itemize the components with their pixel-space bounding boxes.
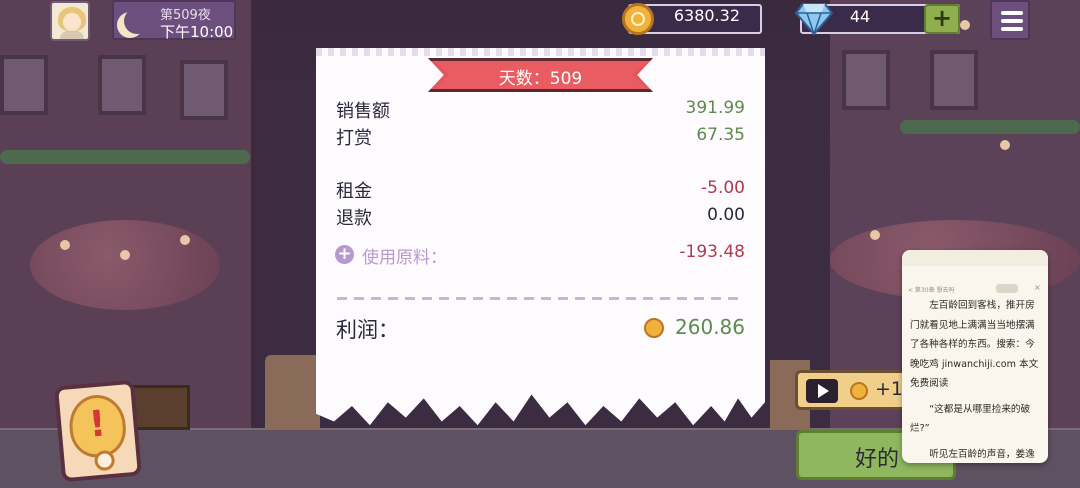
tips-value: 67.35	[696, 125, 745, 145]
floating-reader-panel[interactable]: < 第30章 想去吗 × 左百龄回到客栈，推开房门就看见地上满满当当地摆满了各种…	[902, 250, 1048, 463]
flower	[870, 230, 880, 240]
reader-paragraph: 听见左百龄的声音，姜逸	[929, 448, 1035, 460]
refund-label: 退款	[336, 208, 372, 229]
day-time-panel: 第509夜 下午10:00	[112, 0, 236, 41]
flower-vine	[0, 150, 250, 164]
window	[98, 55, 146, 115]
reader-chapter-title[interactable]: < 第30章 想去吗	[908, 285, 954, 294]
menu-button[interactable]	[990, 0, 1030, 40]
reader-paragraph: “这都是从哪里捡来的破烂?”	[910, 403, 1031, 435]
sales-label: 销售额	[336, 101, 390, 122]
flower	[1000, 140, 1010, 150]
flower	[60, 240, 70, 250]
video-play-icon	[806, 379, 838, 403]
buy-gems-button[interactable]: +	[924, 4, 960, 34]
flower-tree	[30, 220, 220, 310]
ingredients-value: -193.48	[679, 242, 745, 262]
coin-balance: 6380.32	[673, 6, 740, 25]
ok-button-label: 好的	[855, 447, 900, 472]
coin-icon	[850, 382, 868, 400]
moon-icon	[124, 8, 150, 34]
player-avatar[interactable]	[50, 1, 90, 41]
window	[0, 55, 48, 115]
reader-toggle[interactable]	[996, 284, 1018, 293]
close-icon[interactable]: ×	[1034, 283, 1041, 292]
alert-symbol: !	[87, 403, 108, 446]
refund-value: 0.00	[707, 205, 745, 225]
flower	[960, 20, 970, 30]
expand-ingredients-button[interactable]: +	[335, 245, 354, 264]
flower-crate	[130, 385, 190, 430]
coin-icon	[644, 318, 664, 338]
profit-label: 利润：	[336, 318, 399, 342]
reader-paragraph: 左百龄回到客栈，推开房门就看见地上满满当当地摆满了各种各样的东西。搜索：今晚吃鸡…	[910, 300, 1039, 389]
reader-text: 左百龄回到客栈，推开房门就看见地上满满当当地摆满了各种各样的东西。搜索：今晚吃鸡…	[910, 296, 1042, 463]
receipt-divider	[337, 297, 745, 300]
tips-label: 打赏	[336, 128, 372, 149]
window	[842, 50, 890, 110]
flower	[180, 235, 190, 245]
cafe-table	[265, 355, 320, 430]
sales-value: 391.99	[685, 98, 745, 118]
alert-card[interactable]: !	[53, 379, 143, 483]
watch-ad-reward-button[interactable]: +16	[795, 370, 915, 410]
diamond-icon	[795, 3, 833, 36]
window	[180, 60, 228, 120]
flower	[120, 250, 130, 260]
rent-label: 租金	[336, 181, 372, 202]
receipt-edge	[316, 48, 765, 56]
gem-balance: 44	[849, 7, 871, 26]
rent-value: -5.00	[701, 178, 745, 198]
warning-icon: !	[66, 392, 129, 460]
day-count: 天数：509	[498, 69, 583, 89]
ingredients-label[interactable]: 使用原料：	[362, 243, 447, 268]
flower-vine	[900, 120, 1080, 134]
window	[930, 50, 978, 110]
hamburger-icon	[1001, 11, 1023, 15]
profit-value: 260.86	[675, 315, 745, 339]
clock-time: 下午10:00	[160, 23, 234, 41]
day-banner: 天数：509	[428, 58, 653, 92]
